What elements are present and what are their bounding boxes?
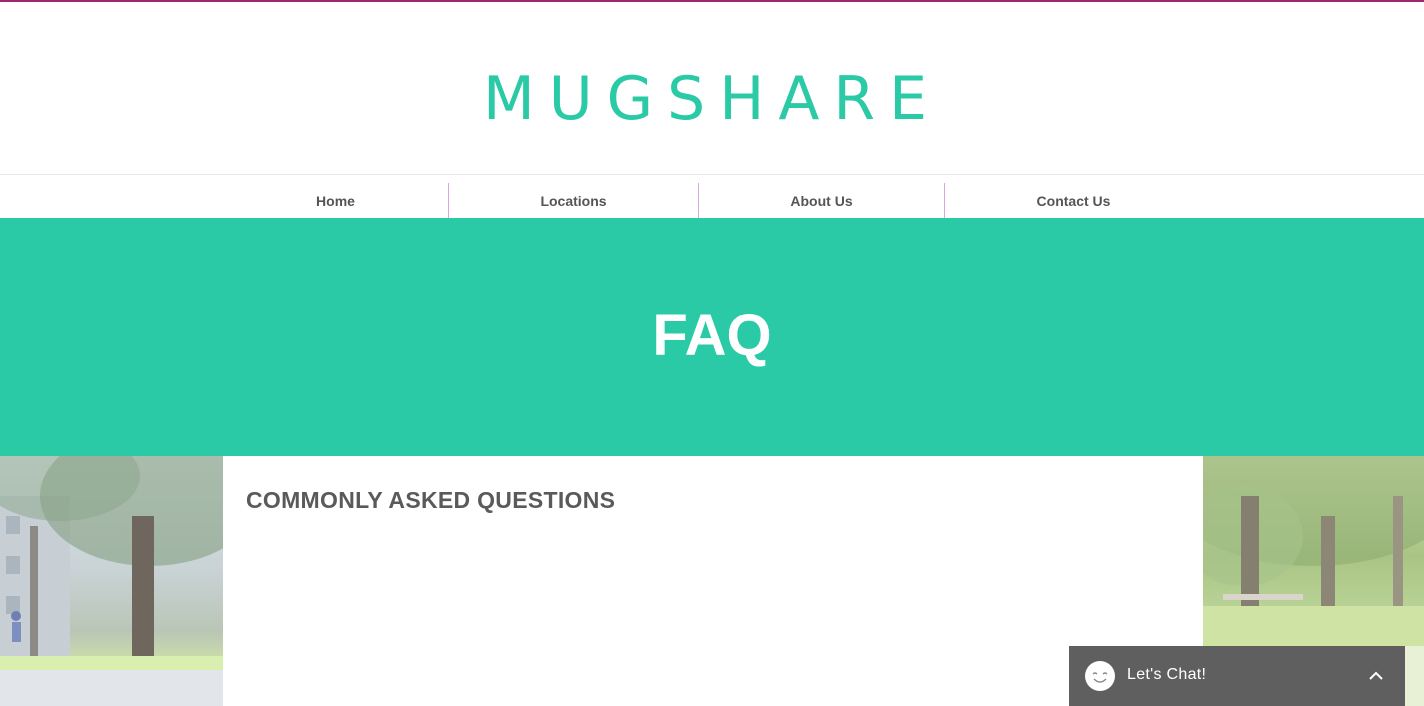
chat-label: Let's Chat! — [1127, 666, 1207, 683]
nav-item-contact-us[interactable]: Contact Us — [945, 183, 1202, 218]
page-title: FAQ — [652, 303, 772, 368]
chat-widget[interactable]: Let's Chat! — [1069, 646, 1405, 706]
smiley-icon — [1085, 661, 1115, 691]
nav-item-locations[interactable]: Locations — [449, 183, 698, 218]
site-header: MUGSHARE — [0, 2, 1424, 174]
faq-content-panel: COMMONLY ASKED QUESTIONS — [223, 456, 1203, 706]
background-photo-left — [0, 456, 223, 706]
nav-item-home[interactable]: Home — [223, 183, 448, 218]
section-heading: COMMONLY ASKED QUESTIONS — [246, 487, 616, 513]
hero-banner: FAQ — [0, 218, 1424, 456]
nav-item-about-us[interactable]: About Us — [699, 183, 944, 218]
site-logo[interactable]: MUGSHARE — [0, 68, 1424, 130]
chevron-up-icon[interactable] — [1367, 668, 1385, 684]
main-nav: Home Locations About Us Contact Us — [0, 174, 1424, 218]
campus-trees-image-left — [0, 456, 223, 706]
